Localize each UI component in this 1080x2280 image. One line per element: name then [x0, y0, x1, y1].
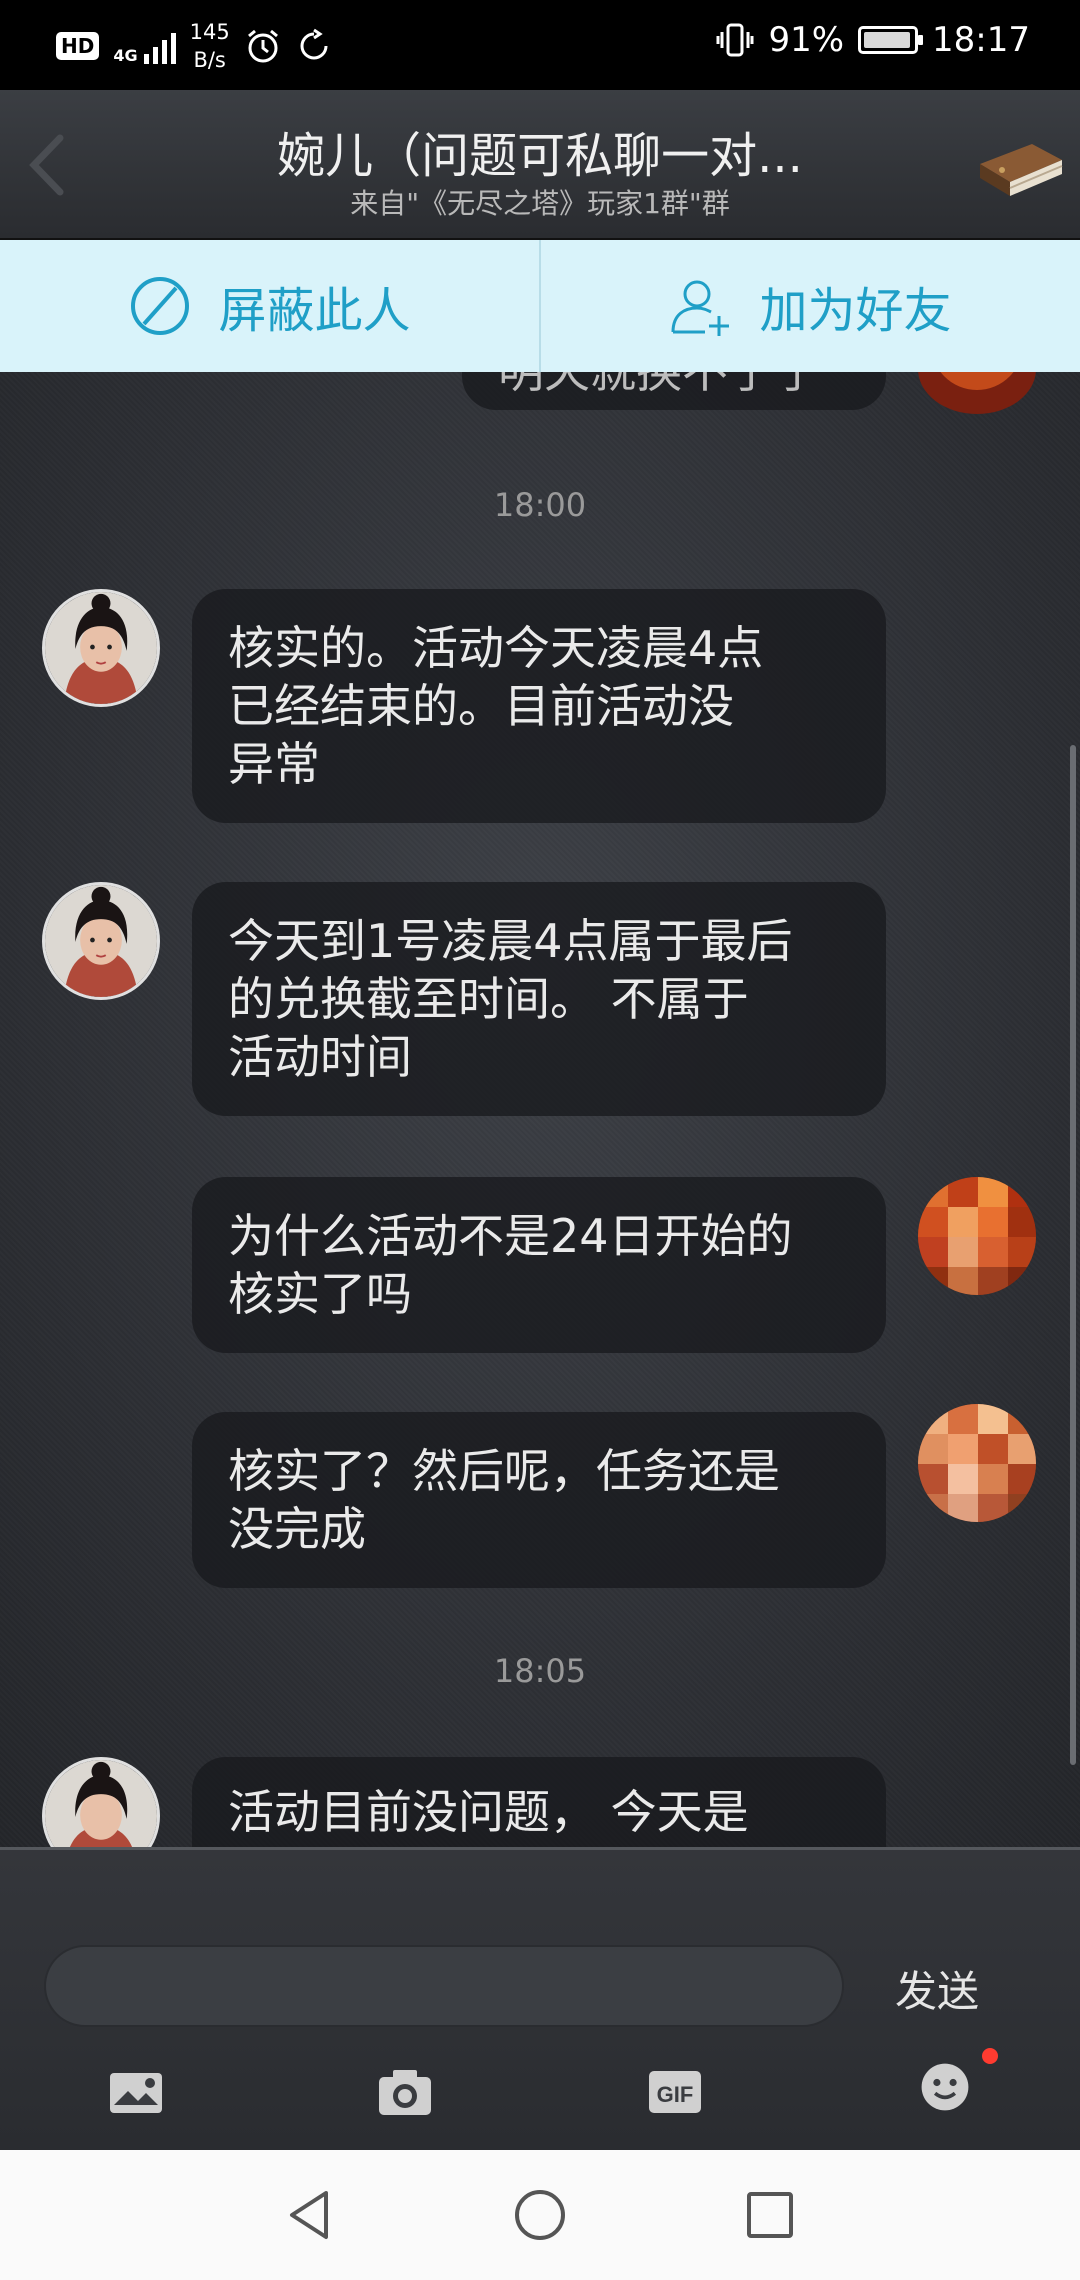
message-bubble-partial: 明天就换不了了: [462, 372, 886, 410]
image-icon[interactable]: [106, 2065, 166, 2119]
book-icon[interactable]: [972, 134, 1068, 206]
message-bubble[interactable]: 核实的。活动今天凌晨4点 已经结束的。目前活动没 异常: [192, 589, 886, 823]
gif-icon[interactable]: GIF: [645, 2065, 705, 2119]
speed-unit: B/s: [193, 48, 226, 72]
message-line: 今天到1号凌晨4点属于最后: [228, 914, 793, 968]
message-line: 异常: [228, 737, 320, 791]
add-friend-button[interactable]: 加为好友: [539, 240, 1080, 372]
contact-avatar[interactable]: [42, 589, 160, 707]
clock: 18:17: [932, 20, 1030, 60]
message-text: 明天就换不了了: [498, 372, 820, 398]
sync-icon: [300, 28, 328, 60]
send-button[interactable]: 发送: [895, 1958, 979, 2019]
message-bubble[interactable]: 核实了？然后呢，任务还是 没完成: [192, 1412, 886, 1588]
battery-percent: 91%: [768, 20, 845, 60]
add-friend-icon: [671, 280, 730, 336]
gif-label: GIF: [657, 2082, 694, 2107]
message-line: 为什么活动不是24日开始的: [228, 1209, 793, 1263]
message-bubble[interactable]: 活动目前没问题， 今天是: [192, 1757, 886, 1847]
network-speed: 145 B/s: [190, 18, 230, 74]
contact-avatar[interactable]: [42, 882, 160, 1000]
chat-title: 婉儿（问题可私聊一对...: [277, 128, 803, 184]
message-input[interactable]: [44, 1945, 844, 2027]
input-bar: 发送 GIF: [0, 1847, 1080, 2150]
message-line: 活动时间: [228, 1030, 412, 1084]
hd-badge: HD: [56, 32, 100, 60]
nav-recents-icon[interactable]: [740, 2185, 800, 2245]
emoji-icon[interactable]: [915, 2060, 975, 2114]
user-avatar: [918, 372, 1036, 414]
system-nav-bar: [0, 2150, 1080, 2280]
message-bubble[interactable]: 今天到1号凌晨4点属于最后 的兑换截至时间。 不属于 活动时间: [192, 882, 886, 1116]
chat-subtitle: 来自"《无尽之塔》玩家1群"群: [350, 187, 730, 220]
contact-avatar[interactable]: [42, 1757, 160, 1847]
speed-value: 145: [189, 20, 230, 44]
message-line: 没完成: [228, 1502, 366, 1556]
timestamp: 18:00: [493, 486, 587, 524]
message-line: 已经结束的。目前活动没: [228, 679, 734, 733]
timestamp: 18:05: [493, 1652, 587, 1690]
alarm-icon: [247, 29, 278, 63]
message-line: 的兑换截至时间。 不属于: [228, 972, 749, 1026]
block-icon: [131, 277, 190, 335]
title-bar: 婉儿（问题可私聊一对... 来自"《无尽之塔》玩家1群"群: [0, 90, 1080, 240]
notification-dot: [982, 2048, 998, 2064]
battery-icon: [858, 26, 924, 54]
action-bar: 屏蔽此人 加为好友: [0, 240, 1080, 372]
user-avatar[interactable]: [918, 1404, 1036, 1522]
status-bar: HD 4G 145 B/s 91% 18:17: [0, 0, 1080, 90]
user-avatar[interactable]: [918, 1177, 1036, 1295]
chat-message-list[interactable]: 明天就换不了了 18:00 核实的。活动今天凌晨4点 已经结束的。目前活动没 异…: [0, 372, 1080, 1847]
message-line: 核实了？然后呢，任务还是: [228, 1444, 780, 1498]
vibrate-icon: [716, 23, 754, 57]
add-friend-label: 加为好友: [759, 283, 952, 339]
network-type: 4G: [113, 46, 138, 65]
message-bubble[interactable]: 为什么活动不是24日开始的 核实了吗: [192, 1177, 886, 1353]
camera-icon[interactable]: [375, 2065, 435, 2119]
nav-back-icon[interactable]: [280, 2185, 340, 2245]
message-line: 活动目前没问题， 今天是: [228, 1785, 749, 1839]
chat-scrollbar[interactable]: [1070, 745, 1076, 1765]
message-line: 核实的。活动今天凌晨4点: [228, 621, 764, 675]
signal-icon: 4G: [113, 28, 176, 65]
nav-home-icon[interactable]: [510, 2185, 570, 2245]
block-user-label: 屏蔽此人: [218, 283, 411, 339]
block-user-button[interactable]: 屏蔽此人: [0, 240, 539, 372]
message-line: 核实了吗: [228, 1267, 412, 1321]
